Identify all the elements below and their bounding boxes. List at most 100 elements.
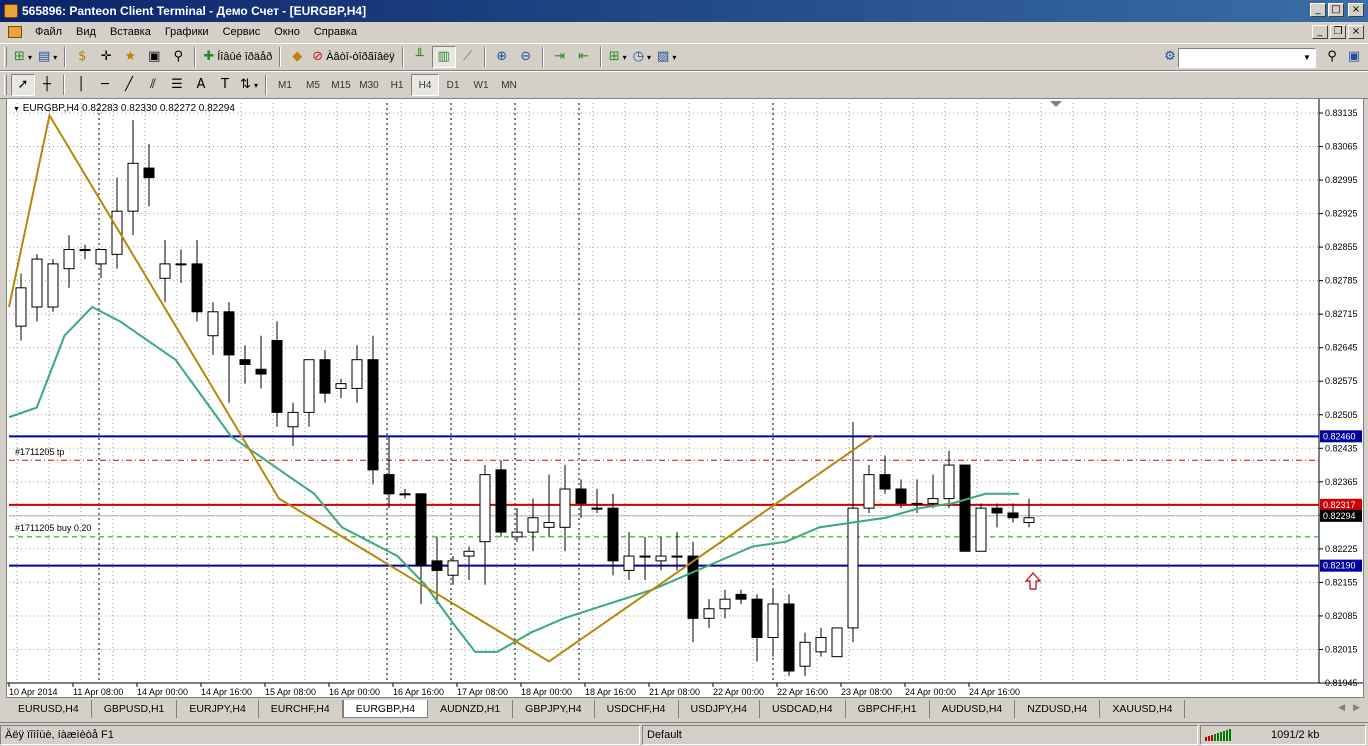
close-icon[interactable]: × — [1348, 3, 1364, 17]
cursor-button[interactable]: ➚ — [11, 74, 35, 96]
bull-candle — [95, 249, 107, 265]
trendline-button[interactable]: ╱ — [117, 74, 141, 96]
mdi-minimize-icon[interactable]: _ — [1312, 25, 1328, 39]
profiles-button[interactable]: ▤ ▾ — [35, 46, 60, 68]
terminal-button[interactable]: ▣ — [142, 46, 166, 68]
data-window-button[interactable]: ✛ — [94, 46, 118, 68]
timeframe-m15[interactable]: M15 — [327, 74, 355, 96]
periods-button[interactable]: ◷ ▾ — [630, 46, 654, 68]
vertical-line-button[interactable]: │ — [69, 74, 93, 96]
menu-view[interactable]: Вид — [69, 26, 103, 38]
tab-gbpusd-h1[interactable]: GBPUSD,H1 — [92, 700, 178, 718]
market-watch-button[interactable]: $ — [70, 46, 94, 68]
zoom-in-button[interactable]: ⊕ — [490, 46, 514, 68]
scroll-left-icon[interactable]: ◀ — [1338, 702, 1345, 713]
tab-eurgbp-h4[interactable]: EURGBP,H4 — [342, 700, 429, 718]
time-tick-label: 22 Apr 00:00 — [713, 687, 764, 697]
price-marker-label: 0.82294 — [1323, 511, 1356, 521]
tab-gbpchf-h1[interactable]: GBPCHF,H1 — [846, 700, 930, 718]
tab-audusd-h4[interactable]: AUDUSD,H4 — [930, 700, 1016, 718]
channel-button[interactable]: ⫽ — [141, 74, 165, 96]
community-button[interactable]: ▣ — [1342, 46, 1366, 68]
tab-eurusd-h4[interactable]: EURUSD,H4 — [6, 700, 92, 718]
menu-window[interactable]: Окно — [267, 26, 307, 38]
autotrading-button[interactable]: ⊘ Àâòî-òîðãîâëÿ — [309, 46, 397, 68]
bull-candle — [815, 636, 827, 653]
tab-eurchf-h4[interactable]: EURCHF,H4 — [259, 700, 343, 718]
crosshair-button[interactable]: ┼ — [35, 74, 59, 96]
bull-candle — [1023, 517, 1035, 524]
search-input[interactable]: ▼ — [1178, 48, 1316, 68]
line-chart-button[interactable]: ⟋ — [456, 46, 480, 68]
tab-usdcad-h4[interactable]: USDCAD,H4 — [760, 700, 846, 718]
timeframe-mn[interactable]: MN — [495, 74, 523, 96]
new-order-button[interactable]: ✚ Íîâûé îðäåð — [200, 46, 275, 68]
bull-candle — [15, 287, 27, 327]
bear-candle — [735, 593, 747, 600]
timeframe-m30[interactable]: M30 — [355, 74, 383, 96]
bull-candle — [591, 507, 603, 510]
tab-usdchf-h4[interactable]: USDCHF,H4 — [595, 700, 679, 718]
bear-candle — [1007, 512, 1019, 519]
tab-xauusd-h4[interactable]: XAUUSD,H4 — [1100, 700, 1186, 718]
navigator-button[interactable]: ★ — [118, 46, 142, 68]
chart-window[interactable]: 0.83135 0.83065 0.82995 0.82925 0.82855 0.827… — [6, 98, 1364, 698]
indicators-button[interactable]: ⊞ ▾ — [606, 46, 630, 68]
templates-icon: ▨ — [657, 49, 670, 64]
menu-help[interactable]: Справка — [307, 26, 364, 38]
horizontal-line-button[interactable]: ─ — [93, 74, 117, 96]
tab-usdjpy-h4[interactable]: USDJPY,H4 — [679, 700, 760, 718]
text-button[interactable]: A — [189, 74, 213, 96]
menu-charts[interactable]: Графики — [158, 26, 216, 38]
timeframe-h4[interactable]: H4 — [411, 74, 439, 96]
chevron-down-icon[interactable]: ▼ — [13, 106, 20, 113]
mdi-restore-icon[interactable]: ❐ — [1330, 25, 1346, 39]
tp-label: #1711205 tp — [15, 447, 65, 457]
price-tick-label: 0.82785 — [1325, 276, 1358, 286]
autoscroll-button[interactable]: ⇥ — [548, 46, 572, 68]
tab-audnzd-h1[interactable]: AUDNZD,H1 — [428, 700, 514, 718]
bear-candle — [607, 507, 619, 562]
menu-insert[interactable]: Вставка — [103, 26, 158, 38]
zoom-out-button[interactable]: ⊖ — [514, 46, 538, 68]
tab-gbpjpy-h4[interactable]: GBPJPY,H4 — [513, 700, 595, 718]
bear-candle — [687, 555, 699, 619]
navigator-icon: ★ — [124, 49, 137, 64]
price-chart[interactable]: 0.83135 0.83065 0.82995 0.82925 0.82855 0.827… — [7, 99, 1364, 698]
tab-nzdusd-h4[interactable]: NZDUSD,H4 — [1015, 700, 1101, 718]
tester-button[interactable]: ⚲ — [166, 46, 190, 68]
bear-candle — [879, 474, 891, 490]
bull-candle — [639, 555, 651, 558]
timeframe-m1[interactable]: M1 — [271, 74, 299, 96]
search-button[interactable]: ⚲ — [1320, 46, 1344, 68]
metaeditor-button[interactable]: ◆ — [285, 46, 309, 68]
fibonacci-button[interactable]: ☰ — [165, 74, 189, 96]
timeframe-d1[interactable]: D1 — [439, 74, 467, 96]
window-title: 565896: Panteon Client Terminal - Демо С… — [22, 4, 367, 18]
bear-candle — [223, 311, 235, 356]
arrows-button[interactable]: ⇅ ▾ — [237, 74, 261, 96]
chart-shift-button[interactable]: ⇤ — [572, 46, 596, 68]
tester-icon: ⚲ — [173, 49, 184, 64]
minimize-icon[interactable]: _ — [1310, 3, 1326, 17]
toolbar-separator — [401, 47, 404, 67]
text-label-button[interactable]: T — [213, 74, 237, 96]
timeframe-w1[interactable]: W1 — [467, 74, 495, 96]
time-tick-label: 17 Apr 08:00 — [457, 687, 508, 697]
timeframe-m5[interactable]: M5 — [299, 74, 327, 96]
line-chart-icon: ⟋ — [463, 49, 473, 64]
candlesticks-button[interactable]: ▥ — [431, 46, 456, 68]
new-chart-button[interactable]: ⊞ ▾ — [11, 46, 35, 68]
scroll-right-icon[interactable]: ▶ — [1353, 702, 1360, 713]
templates-button[interactable]: ▨ ▾ — [654, 46, 679, 68]
timeframe-h1[interactable]: H1 — [383, 74, 411, 96]
bull-candle — [511, 531, 523, 538]
menu-tools[interactable]: Сервис — [216, 26, 268, 38]
tab-eurjpy-h4[interactable]: EURJPY,H4 — [177, 700, 259, 718]
mdi-close-icon[interactable]: × — [1348, 25, 1364, 39]
bar-chart-button[interactable]: ╨ — [408, 46, 432, 68]
menu-file[interactable]: Файл — [28, 26, 69, 38]
symbol-tabs: EURUSD,H4 GBPUSD,H1 EURJPY,H4 EURCHF,H4 EURG… — [6, 700, 1364, 720]
chevron-down-icon[interactable]: ▼ — [1301, 51, 1313, 65]
maximize-icon[interactable]: □ — [1328, 3, 1344, 17]
